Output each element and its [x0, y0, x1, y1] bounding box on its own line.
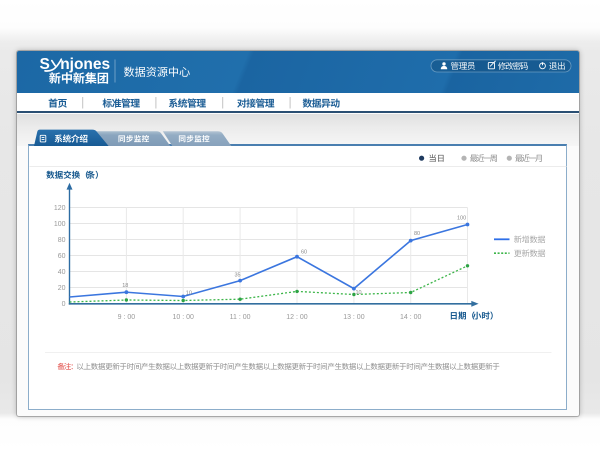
- svg-text:12 : 00: 12 : 00: [286, 314, 308, 321]
- svg-text:0: 0: [62, 301, 66, 308]
- svg-text:13 : 00: 13 : 00: [343, 314, 365, 321]
- svg-text:10: 10: [186, 290, 192, 296]
- svg-text:10: 10: [356, 290, 362, 296]
- svg-text:9 : 00: 9 : 00: [118, 314, 136, 321]
- svg-text:80: 80: [414, 231, 420, 237]
- svg-text:40: 40: [58, 269, 66, 276]
- svg-text:10 : 00: 10 : 00: [172, 314, 194, 321]
- svg-text:18: 18: [122, 283, 128, 289]
- svg-text:20: 20: [58, 285, 66, 292]
- svg-text:njones: njones: [60, 56, 110, 73]
- svg-text:120: 120: [54, 205, 66, 212]
- svg-text:100: 100: [457, 216, 466, 222]
- svg-text:11 : 00: 11 : 00: [230, 314, 251, 321]
- svg-text:60: 60: [301, 249, 307, 255]
- svg-text:80: 80: [58, 237, 66, 244]
- svg-text:14 : 00: 14 : 00: [400, 314, 422, 321]
- svg-text:35: 35: [235, 273, 241, 279]
- svg-text:100: 100: [54, 221, 66, 228]
- svg-text:60: 60: [58, 253, 66, 260]
